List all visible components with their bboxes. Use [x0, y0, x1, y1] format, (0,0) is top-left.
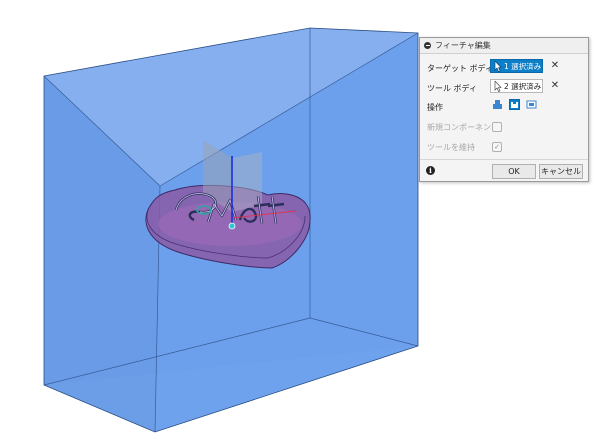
- keep-tools-checkbox[interactable]: ✓: [492, 142, 502, 152]
- tool-body-label: ツール ボディ: [427, 84, 477, 93]
- target-body-selection-text: 1 選択済み: [504, 62, 542, 71]
- ok-button[interactable]: OK: [492, 164, 536, 179]
- operation-cut-icon[interactable]: [509, 99, 520, 110]
- select-cursor-icon: [494, 61, 502, 72]
- dialog-footer: i OK キャンセル: [420, 159, 588, 182]
- select-cursor-icon: [494, 81, 502, 92]
- operation-label: 操作: [427, 103, 443, 112]
- tool-body-selection-text: 2 選択済み: [504, 82, 542, 91]
- new-component-checkbox[interactable]: [492, 122, 502, 132]
- clear-target-selection-icon[interactable]: ✕: [550, 61, 560, 71]
- dialog-title: フィーチャ編集: [435, 41, 491, 50]
- cancel-button[interactable]: キャンセル: [539, 164, 583, 179]
- target-body-label: ターゲット ボディ: [427, 64, 493, 73]
- keep-tools-label: ツールを維持: [427, 143, 475, 152]
- feature-edit-dialog: フィーチャ編集 ターゲット ボディ 1 選択済み ✕ ツール ボディ 2 選択済…: [419, 37, 589, 182]
- operation-join-icon[interactable]: [492, 99, 503, 110]
- dialog-header[interactable]: フィーチャ編集: [420, 38, 588, 54]
- info-icon[interactable]: i: [426, 166, 435, 175]
- operation-intersect-icon[interactable]: [526, 99, 537, 110]
- new-component-label: 新規コンポーネント: [427, 123, 499, 132]
- target-body-selection-button[interactable]: 1 選択済み: [490, 59, 543, 73]
- collapse-icon[interactable]: [424, 42, 431, 49]
- tool-body-selection-button[interactable]: 2 選択済み: [490, 79, 543, 93]
- clear-tool-selection-icon[interactable]: ✕: [550, 81, 560, 91]
